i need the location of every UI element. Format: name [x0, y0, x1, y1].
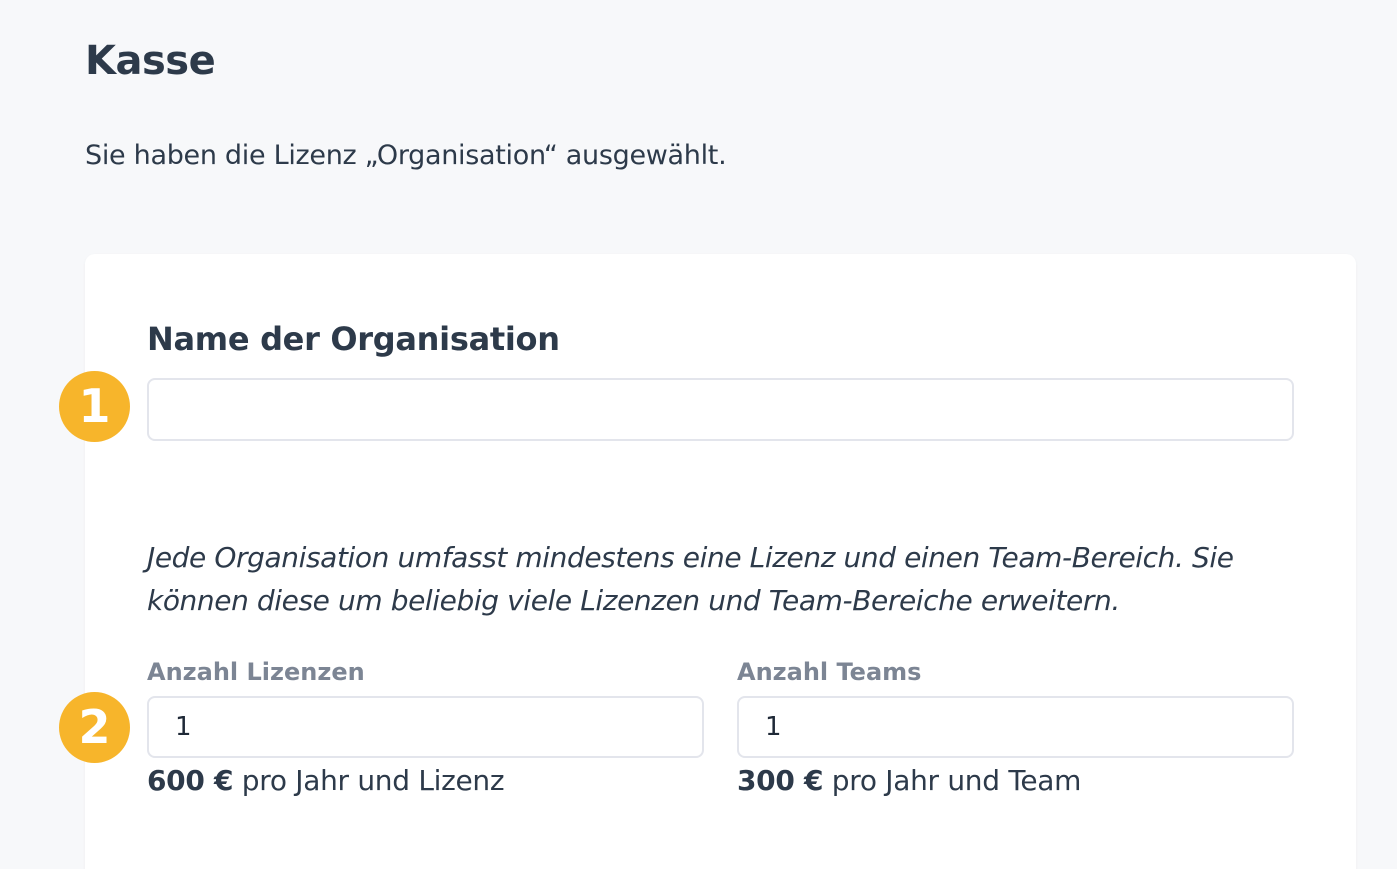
license-price-suffix: pro Jahr und Lizenz [233, 764, 505, 797]
license-price-info: 600 € pro Jahr und Lizenz [147, 764, 505, 797]
licenses-count-input[interactable] [147, 696, 704, 758]
selected-license-text: Sie haben die Lizenz „Organisation“ ausg… [85, 140, 727, 171]
step-marker-2: 2 [59, 692, 130, 763]
page-title: Kasse [85, 38, 216, 84]
team-price-info: 300 € pro Jahr und Team [737, 764, 1081, 797]
license-price-amount: 600 € [147, 764, 234, 797]
step-marker-1: 1 [59, 371, 130, 442]
org-name-input[interactable] [147, 378, 1294, 441]
checkout-form-card: Name der Organisation 1 Jede Organisatio… [59, 254, 1356, 869]
org-name-label: Name der Organisation [147, 320, 560, 358]
teams-count-label: Anzahl Teams [737, 658, 922, 686]
teams-count-input[interactable] [737, 696, 1294, 758]
team-price-suffix: pro Jahr und Team [823, 764, 1082, 797]
licenses-count-label: Anzahl Lizenzen [147, 658, 365, 686]
team-price-amount: 300 € [737, 764, 824, 797]
checkout-page: Kasse Sie haben die Lizenz „Organisation… [0, 0, 1397, 869]
license-hint-text: Jede Organisation umfasst mindestens ein… [147, 541, 1234, 617]
